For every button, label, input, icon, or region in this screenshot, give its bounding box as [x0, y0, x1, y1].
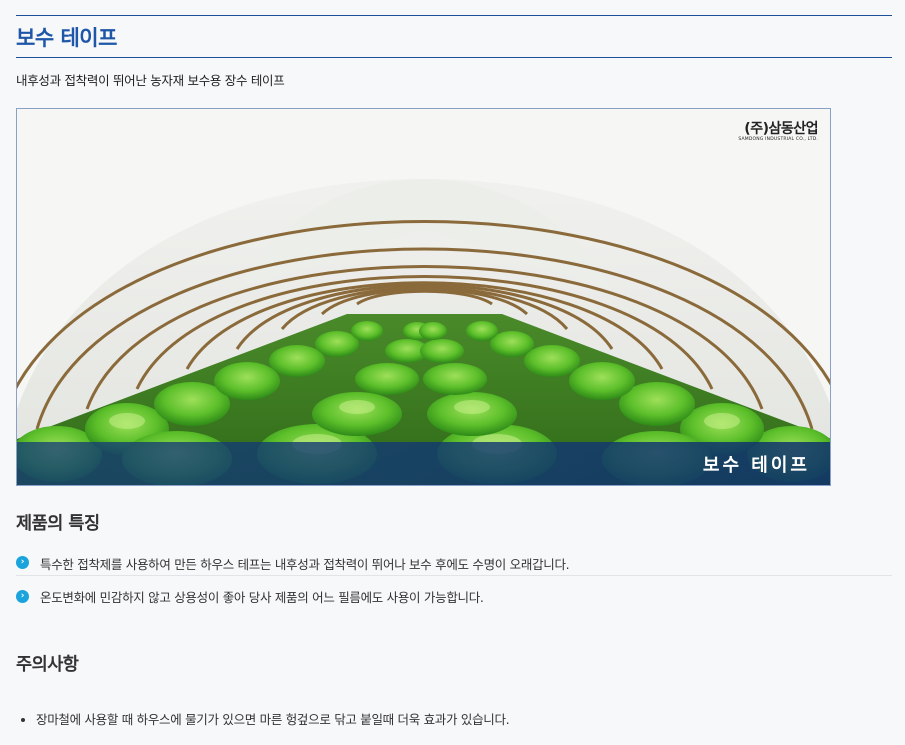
page-subtitle: 내후성과 접착력이 뛰어난 농자재 보수용 장수 테이프: [16, 73, 285, 88]
hero-caption-bar: 보수 테이프: [17, 442, 830, 485]
caution-heading: 주의사항: [16, 655, 79, 675]
chevron-right-circle-icon: ›: [16, 556, 29, 569]
feature-text: 특수한 접착제를 사용하여 만든 하우스 테프는 내후성과 접착력이 뛰어나 보…: [40, 557, 570, 572]
feature-list: › 특수한 접착제를 사용하여 만든 하우스 테프는 내후성과 접착력이 뛰어나…: [16, 551, 892, 617]
list-item: 장마철에 사용할 때 하우스에 물기가 있으면 마른 헝겊으로 닦고 붙일때 더…: [36, 709, 892, 728]
list-item: › 온도변화에 민감하지 않고 상용성이 좋아 당사 제품의 어느 필름에도 사…: [16, 575, 892, 617]
features-heading: 제품의 특징: [16, 514, 100, 534]
caution-list: 장마철에 사용할 때 하우스에 물기가 있으면 마른 헝겊으로 닦고 붙일때 더…: [16, 709, 892, 728]
feature-text: 온도변화에 민감하지 않고 상용성이 좋아 당사 제품의 어느 필름에도 사용이…: [40, 590, 484, 605]
company-logo: (주)삼동산업 SAMDONG INDUSTRIAL CO., LTD.: [738, 118, 818, 142]
hero-caption: 보수 테이프: [702, 454, 810, 476]
chevron-right-circle-icon: ›: [16, 590, 29, 603]
hero-image: (주)삼동산업 SAMDONG INDUSTRIAL CO., LTD. 보수 …: [16, 108, 831, 486]
content-area: 보수 테이프 내후성과 접착력이 뛰어난 농자재 보수용 장수 테이프 (주)삼…: [16, 15, 892, 728]
page-title: 보수 테이프: [16, 25, 117, 50]
title-bar: 보수 테이프: [16, 15, 892, 58]
logo-text: (주)삼동산업: [744, 121, 818, 137]
greenhouse-illustration: [17, 109, 830, 485]
list-item: › 특수한 접착제를 사용하여 만든 하우스 테프는 내후성과 접착력이 뛰어나…: [16, 551, 892, 575]
logo-subtext: SAMDONG INDUSTRIAL CO., LTD.: [738, 137, 818, 142]
